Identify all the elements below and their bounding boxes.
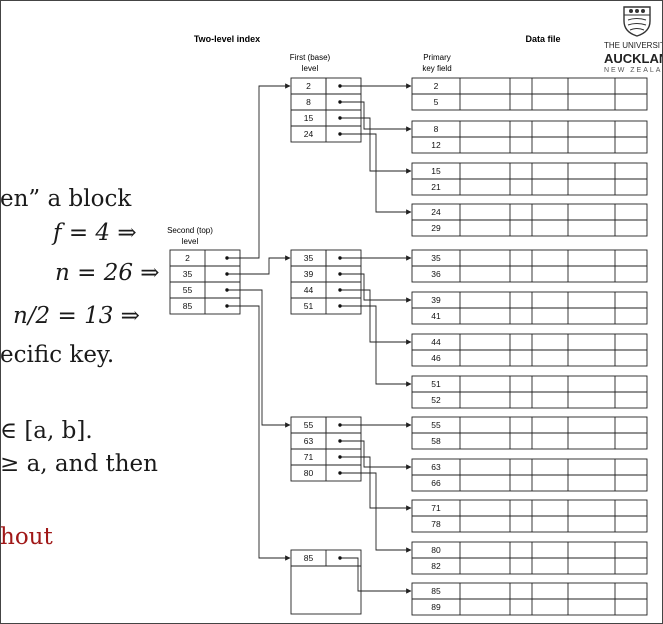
data-key: 44 [431,337,441,347]
data-file-title: Data file [525,34,560,44]
second-level-pointer-dot [225,288,229,292]
first-level-pointer-dot [338,556,342,560]
second-level-key: 85 [183,301,193,311]
first-level-pointer-dot [338,100,342,104]
second-to-first-pointer [227,305,291,561]
second-level-label-1: Second (top) [167,226,213,235]
second-level-pointer-dot [225,256,229,260]
first-level-key: 80 [304,468,314,478]
first-to-data-pointer [340,440,412,470]
first-level-key: 35 [304,253,314,263]
data-key: 82 [431,561,441,571]
data-key: 51 [431,379,441,389]
two-level-index-diagram: Two-level index Data file First (base) l… [167,34,648,616]
data-key: 52 [431,395,441,405]
first-level-key: 15 [304,113,314,123]
primary-key-label-1: Primary [423,53,451,62]
first-to-data-pointer [340,472,412,553]
first-level-pointer-dot [338,304,342,308]
data-key: 24 [431,207,441,217]
data-key: 15 [431,166,441,176]
first-level-pointer-dot [338,256,342,260]
data-key: 8 [434,124,439,134]
primary-key-label-2: key field [422,64,451,73]
data-key: 41 [431,311,441,321]
first-level-label-1: First (base) [290,53,331,62]
first-level-key: 44 [304,285,314,295]
first-level-pointer-dot [338,423,342,427]
first-level-key: 24 [304,129,314,139]
data-key: 85 [431,586,441,596]
first-level-pointer-dot [338,132,342,136]
first-level-key: 71 [304,452,314,462]
first-level-key: 85 [304,553,314,563]
first-level-key: 8 [306,97,311,107]
first-level-pointer-dot [338,471,342,475]
first-to-data-pointer [340,273,412,303]
first-level-pointer-dot [338,439,342,443]
first-level-key: 63 [304,436,314,446]
data-key: 78 [431,519,441,529]
data-key: 2 [434,81,439,91]
data-key: 46 [431,353,441,363]
first-to-data-pointer [340,305,412,387]
first-level-pointer-dot [338,272,342,276]
second-level-key: 55 [183,285,193,295]
second-to-first-pointer [227,289,291,428]
first-level-key: 2 [306,81,311,91]
second-level-pointer-dot [225,272,229,276]
first-to-data-pointer [340,557,412,594]
data-key: 12 [431,140,441,150]
first-to-data-pointer [340,101,412,132]
first-level-pointer-dot [338,116,342,120]
first-level-label-2: level [302,64,319,73]
second-level-label-2: level [182,237,199,246]
data-key: 55 [431,420,441,430]
data-key: 35 [431,253,441,263]
second-level-key: 2 [185,253,190,263]
data-key: 58 [431,436,441,446]
data-key: 5 [434,97,439,107]
first-level-pointer-dot [338,84,342,88]
data-key: 71 [431,503,441,513]
first-to-data-pointer [340,133,412,215]
first-level-pointer-dot [338,288,342,292]
data-key: 36 [431,269,441,279]
data-key: 29 [431,223,441,233]
second-to-first-pointer [227,83,291,259]
first-level-key: 51 [304,301,314,311]
data-key: 80 [431,545,441,555]
second-level-pointer-dot [225,304,229,308]
data-key: 39 [431,295,441,305]
first-level-key: 39 [304,269,314,279]
data-key: 21 [431,182,441,192]
second-level-key: 35 [183,269,193,279]
data-key: 89 [431,602,441,612]
data-key: 63 [431,462,441,472]
index-title: Two-level index [194,34,260,44]
data-key: 66 [431,478,441,488]
first-level-pointer-dot [338,455,342,459]
first-level-key: 55 [304,420,314,430]
